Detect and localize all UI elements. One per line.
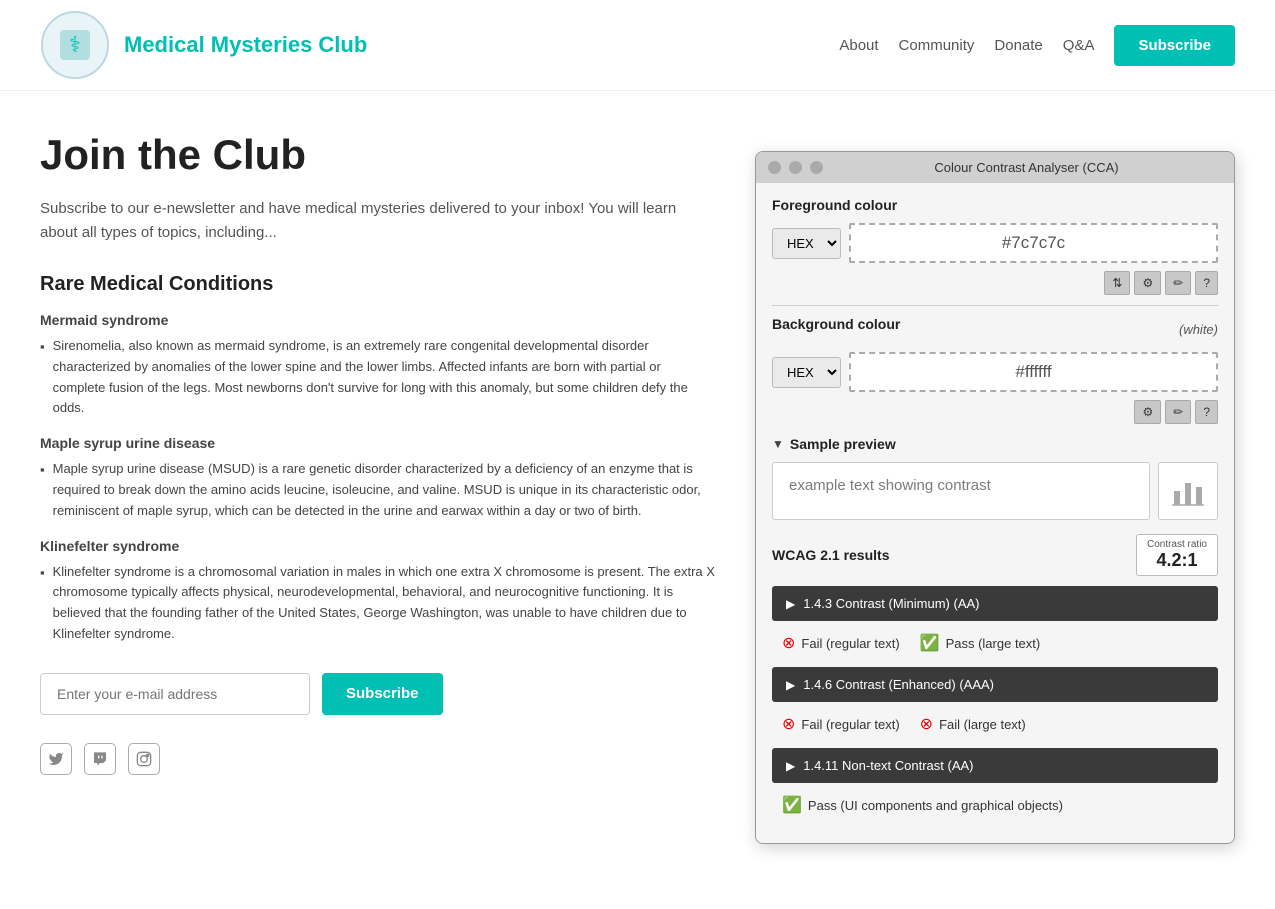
sample-text-box: example text showing contrast (772, 462, 1150, 520)
condition-list-1: Maple syrup urine disease (MSUD) is a ra… (40, 459, 715, 521)
wcag-result-146-0: ⊗ Fail (regular text) (782, 714, 900, 734)
nav-donate[interactable]: Donate (994, 37, 1042, 54)
background-header: Background colour (white) (772, 316, 1218, 342)
wcag-result-row-143: ⊗ Fail (regular text) ✅ Pass (large text… (772, 627, 1218, 663)
background-value-input[interactable] (849, 352, 1218, 392)
article-content: Join the Club Subscribe to our e-newslet… (40, 131, 715, 844)
wcag-item-143[interactable]: ▶ 1.4.3 Contrast (Minimum) (AA) (772, 586, 1218, 621)
wcag-play-icon-143: ▶ (786, 597, 795, 611)
background-label: Background colour (772, 316, 900, 332)
fail-icon-146-1: ⊗ (920, 714, 933, 734)
condition-list-2: Klinefelter syndrome is a chromosomal va… (40, 562, 715, 645)
background-white-note: (white) (1179, 322, 1218, 337)
wcag-item-label-146: 1.4.6 Contrast (Enhanced) (AAA) (803, 677, 994, 692)
header-subscribe-button[interactable]: Subscribe (1114, 25, 1235, 66)
wcag-result-text-146-0: Fail (regular text) (801, 717, 899, 732)
email-form: Subscribe (40, 673, 715, 715)
background-tools: ⚙ ✏ ? (772, 400, 1218, 424)
nav-community[interactable]: Community (899, 37, 975, 54)
page-title: Join the Club (40, 131, 715, 179)
cca-dot-green (810, 161, 823, 174)
condition-list-0: Sirenomelia, also known as mermaid syndr… (40, 336, 715, 419)
background-tool-help[interactable]: ? (1195, 400, 1218, 424)
pass-icon: ✅ (920, 633, 940, 653)
sample-preview-header: ▼ Sample preview (772, 436, 1218, 452)
foreground-format-select[interactable]: HEX (772, 228, 841, 259)
fail-icon: ⊗ (782, 633, 795, 653)
main-container: Join the Club Subscribe to our e-newslet… (0, 91, 1275, 884)
contrast-ratio-title: Contrast ratio (1147, 539, 1207, 550)
wcag-result-text-1411-0: Pass (UI components and graphical object… (808, 798, 1063, 813)
sample-chart-icon[interactable] (1158, 462, 1218, 520)
wcag-result-143-1: ✅ Pass (large text) (920, 633, 1041, 653)
section-title: Rare Medical Conditions (40, 273, 715, 296)
site-title[interactable]: Medical Mysteries Club (124, 32, 367, 58)
wcag-item-1411[interactable]: ▶ 1.4.11 Non-text Contrast (AA) (772, 748, 1218, 783)
wcag-play-icon-146: ▶ (786, 678, 795, 692)
social-icons (40, 743, 715, 775)
site-header: ⚕ Medical Mysteries Club About Community… (0, 0, 1275, 91)
cca-divider-1 (772, 305, 1218, 306)
wcag-result-text-143-0: Fail (regular text) (801, 636, 899, 651)
wcag-result-row-146: ⊗ Fail (regular text) ⊗ Fail (large text… (772, 708, 1218, 744)
foreground-value-input[interactable] (849, 223, 1218, 263)
wcag-result-row-1411: ✅ Pass (UI components and graphical obje… (772, 789, 1218, 825)
wcag-result-143-0: ⊗ Fail (regular text) (782, 633, 900, 653)
svg-text:⚕: ⚕ (69, 32, 81, 57)
twitch-icon[interactable] (84, 743, 116, 775)
condition-title-2: Klinefelter syndrome (40, 538, 715, 554)
list-item: Klinefelter syndrome is a chromosomal va… (40, 562, 715, 645)
foreground-row: HEX (772, 223, 1218, 263)
wcag-result-146-1: ⊗ Fail (large text) (920, 714, 1026, 734)
condition-title-0: Mermaid syndrome (40, 312, 715, 328)
cca-body: Foreground colour HEX ⇅ ⚙ ✏ ? Background… (756, 183, 1234, 843)
wcag-result-text-143-1: Pass (large text) (946, 636, 1041, 651)
sample-preview-label: Sample preview (790, 436, 896, 452)
wcag-label: WCAG 2.1 results (772, 547, 889, 563)
main-nav: About Community Donate Q&A Subscribe (839, 25, 1235, 66)
form-subscribe-button[interactable]: Subscribe (322, 673, 443, 715)
wcag-result-1411-0: ✅ Pass (UI components and graphical obje… (782, 795, 1063, 815)
twitter-icon[interactable] (40, 743, 72, 775)
intro-text: Subscribe to our e-newsletter and have m… (40, 197, 715, 245)
nav-about[interactable]: About (839, 37, 878, 54)
contrast-ratio-value: 4.2:1 (1147, 550, 1207, 571)
condition-title-1: Maple syrup urine disease (40, 435, 715, 451)
wcag-play-icon-1411: ▶ (786, 759, 795, 773)
background-tool-picker[interactable]: ✏ (1165, 400, 1191, 424)
cca-dot-red (768, 161, 781, 174)
foreground-tools: ⇅ ⚙ ✏ ? (772, 271, 1218, 295)
wcag-item-label-143: 1.4.3 Contrast (Minimum) (AA) (803, 596, 979, 611)
chart-svg (1170, 473, 1206, 509)
site-logo: ⚕ (40, 10, 110, 80)
instagram-icon[interactable] (128, 743, 160, 775)
contrast-ratio-box: Contrast ratio 4.2:1 (1136, 534, 1218, 576)
nav-qa[interactable]: Q&A (1063, 37, 1095, 54)
sample-preview-row: example text showing contrast (772, 462, 1218, 520)
cca-dot-yellow (789, 161, 802, 174)
wcag-header: WCAG 2.1 results Contrast ratio 4.2:1 (772, 534, 1218, 576)
foreground-tool-picker[interactable]: ✏ (1165, 271, 1191, 295)
wcag-result-text-146-1: Fail (large text) (939, 717, 1026, 732)
foreground-tool-help[interactable]: ? (1195, 271, 1218, 295)
pass-icon-1411: ✅ (782, 795, 802, 815)
foreground-tool-sliders[interactable]: ⚙ (1134, 271, 1161, 295)
fail-icon-146-0: ⊗ (782, 714, 795, 734)
list-item: Maple syrup urine disease (MSUD) is a ra… (40, 459, 715, 521)
cca-titlebar: Colour Contrast Analyser (CCA) (756, 152, 1234, 183)
list-item: Sirenomelia, also known as mermaid syndr… (40, 336, 715, 419)
cca-title: Colour Contrast Analyser (CCA) (831, 160, 1222, 175)
background-row: HEX (772, 352, 1218, 392)
foreground-tool-swap[interactable]: ⇅ (1104, 271, 1130, 295)
email-input[interactable] (40, 673, 310, 715)
wcag-item-label-1411: 1.4.11 Non-text Contrast (AA) (803, 758, 973, 773)
wcag-item-146[interactable]: ▶ 1.4.6 Contrast (Enhanced) (AAA) (772, 667, 1218, 702)
foreground-label: Foreground colour (772, 197, 1218, 213)
background-format-select[interactable]: HEX (772, 357, 841, 388)
cca-panel: Colour Contrast Analyser (CCA) Foregroun… (755, 151, 1235, 844)
header-left: ⚕ Medical Mysteries Club (40, 10, 367, 80)
sample-triangle-icon: ▼ (772, 437, 784, 451)
background-tool-sliders[interactable]: ⚙ (1134, 400, 1161, 424)
